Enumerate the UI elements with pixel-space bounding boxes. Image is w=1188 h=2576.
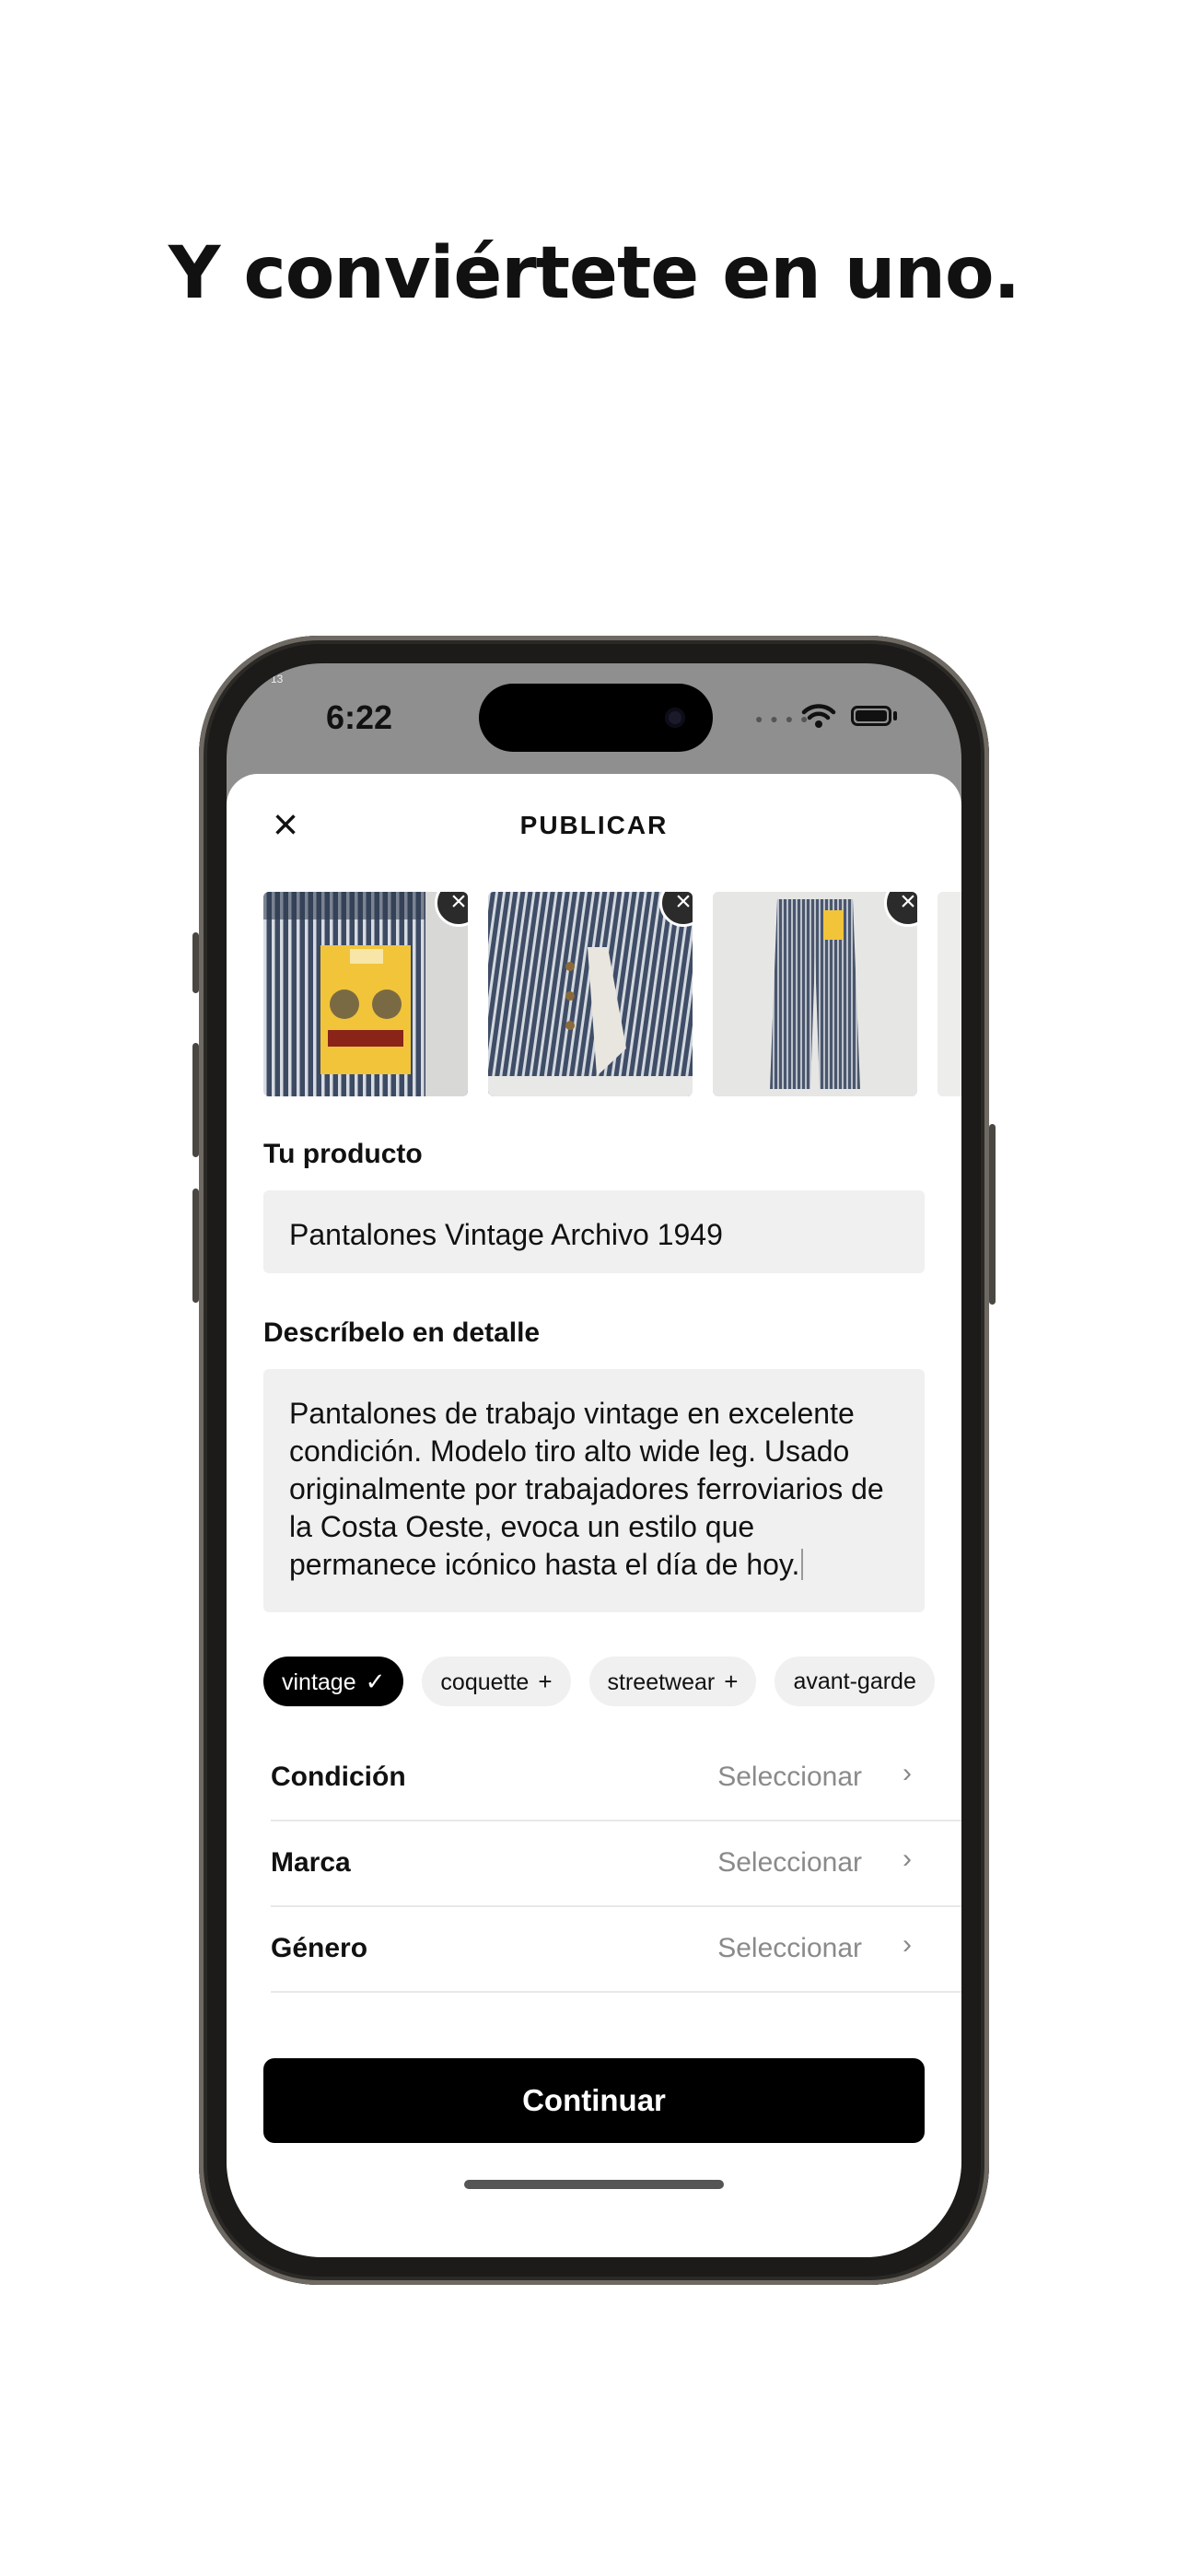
phone-volume-up-button	[192, 1043, 199, 1157]
text-caret	[801, 1549, 804, 1580]
chevron-right-icon: ›	[903, 1844, 912, 1874]
tag-label: coquette	[440, 1669, 530, 1695]
chevron-right-icon: ›	[903, 1929, 912, 1960]
wifi-icon	[801, 704, 836, 728]
row-label: Condición	[271, 1762, 406, 1792]
gender-row[interactable]: Género Seleccionar ›	[271, 1907, 961, 1993]
plus-icon: +	[724, 1668, 739, 1695]
row-label: Marca	[271, 1847, 351, 1878]
tag-label: vintage	[282, 1669, 356, 1695]
tag-chip[interactable]: avant-garde	[775, 1657, 935, 1706]
photo-full-pants-image	[713, 892, 917, 1096]
check-icon: ✓	[365, 1668, 386, 1695]
photo-fly-image	[488, 892, 693, 1096]
tag-list: vintage ✓ coquette + streetwear + avant-garde	[263, 1657, 961, 1708]
row-value: Seleccionar	[717, 1933, 862, 1963]
tag-chip[interactable]: coquette +	[422, 1657, 571, 1706]
condition-row[interactable]: Condición Seleccionar ›	[271, 1736, 961, 1821]
description-textarea[interactable]: Pantalones de trabajo vintage en excelen…	[263, 1369, 925, 1612]
continue-button[interactable]: Continuar	[263, 2058, 925, 2143]
dynamic-island	[479, 684, 713, 752]
photo-pocket-image	[263, 892, 468, 1096]
plus-icon: +	[538, 1668, 553, 1695]
page-headline: Y conviértete en uno.	[168, 232, 1020, 315]
battery-tip	[893, 711, 897, 720]
tag-chip[interactable]: streetwear +	[588, 1657, 757, 1706]
row-label: Género	[271, 1933, 368, 1963]
product-photo-1[interactable]: ×	[263, 892, 468, 1096]
publish-sheet: × PUBLICAR × × × Tu producto Pantalones …	[227, 774, 961, 2257]
status-time: 6:22	[326, 698, 393, 736]
home-indicator[interactable]	[464, 2180, 724, 2189]
product-title-input[interactable]: Pantalones Vintage Archivo 1949	[263, 1190, 925, 1273]
product-photo-4-partial[interactable]	[938, 892, 961, 1096]
product-label: Tu producto	[263, 1139, 423, 1169]
row-value: Seleccionar	[717, 1762, 862, 1792]
photo-carousel[interactable]: × × ×	[263, 892, 961, 1096]
phone-screen: 13 6:22 ● ● ● ● × PUBLICAR × × × Tu prod…	[227, 663, 961, 2257]
sheet-title: PUBLICAR	[519, 811, 669, 839]
tag-label: streetwear	[607, 1669, 716, 1695]
phone-volume-down-button	[192, 1188, 199, 1303]
row-value: Seleccionar	[717, 1847, 862, 1878]
camera-icon	[665, 708, 685, 728]
tag-label: avant-garde	[793, 1669, 916, 1694]
battery-icon	[851, 706, 891, 726]
product-photo-2[interactable]: ×	[488, 892, 693, 1096]
description-label: Descríbelo en detalle	[263, 1317, 541, 1348]
phone-power-button	[989, 1124, 996, 1305]
description-text: Pantalones de trabajo vintage en excelen…	[289, 1397, 884, 1581]
chevron-right-icon: ›	[903, 1758, 912, 1788]
brand-row[interactable]: Marca Seleccionar ›	[271, 1821, 961, 1907]
product-photo-3[interactable]: ×	[713, 892, 917, 1096]
status-corner-text: 13	[271, 673, 284, 685]
phone-action-button	[192, 932, 199, 993]
tag-chip[interactable]: vintage ✓	[263, 1657, 404, 1706]
status-bar: 13 6:22 ● ● ● ●	[227, 663, 961, 774]
